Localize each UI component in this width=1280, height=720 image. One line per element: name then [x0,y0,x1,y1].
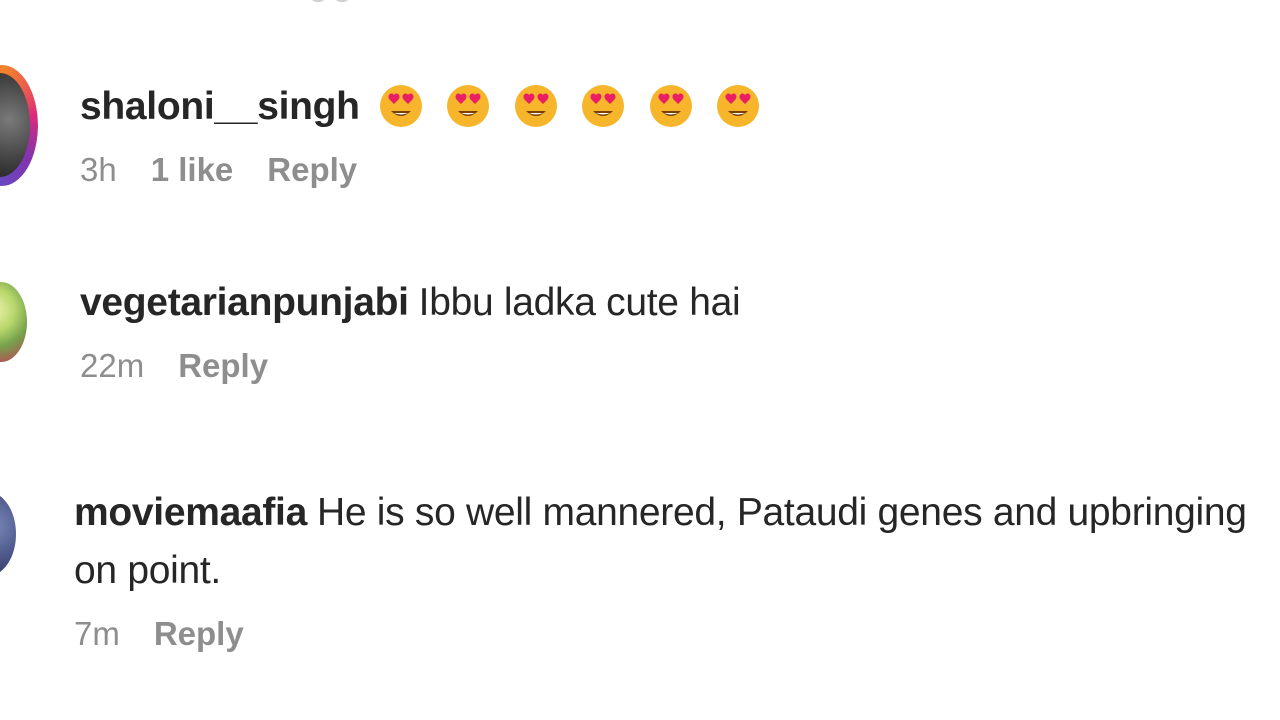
partial-icon-fragment [311,0,349,2]
comment-username[interactable]: moviemaafia [74,491,307,534]
comment-body: shaloni__singh [80,78,1260,136]
comment-meta: 22m Reply [80,346,1260,386]
heart-eyes-emoji-icon [379,85,422,128]
comment-body: moviemaafia He is so well mannered, Patau… [74,484,1260,600]
comment-username[interactable]: vegetarianpunjabi [80,281,409,324]
heart-eyes-emoji-icon [649,85,692,128]
heart-eyes-emoji-icon [582,85,625,128]
avatar[interactable] [0,282,27,362]
comment-body: vegetarianpunjabi Ibbu ladka cute hai [80,274,1260,332]
comment-timestamp: 22m [80,347,145,384]
heart-eyes-emoji-icon [514,85,557,128]
comment-likes[interactable]: 1 like [151,151,234,188]
comment-meta: 3h 1 like Reply [80,150,1260,190]
comment-timestamp: 3h [80,151,117,188]
comment-timestamp: 7m [74,615,120,652]
reply-button[interactable]: Reply [178,347,268,384]
reply-button[interactable]: Reply [154,615,244,652]
comment-meta: 7m Reply [74,614,1260,654]
comment-emoji-row [378,76,773,134]
avatar[interactable] [0,492,16,576]
comments-panel: shaloni__singh 3h 1 like Reply vegetaria… [0,0,1280,720]
comment-text: Ibbu ladka cute hai [418,281,741,324]
comment-username[interactable]: shaloni__singh [80,85,360,128]
comment-item: vegetarianpunjabi Ibbu ladka cute hai 22m… [80,274,1260,386]
heart-eyes-emoji-icon [447,85,490,128]
reply-button[interactable]: Reply [267,151,357,188]
heart-eyes-emoji-icon [717,85,760,128]
comment-item: moviemaafia He is so well mannered, Patau… [74,484,1260,654]
comment-item: shaloni__singh 3h 1 like Reply [80,78,1260,190]
